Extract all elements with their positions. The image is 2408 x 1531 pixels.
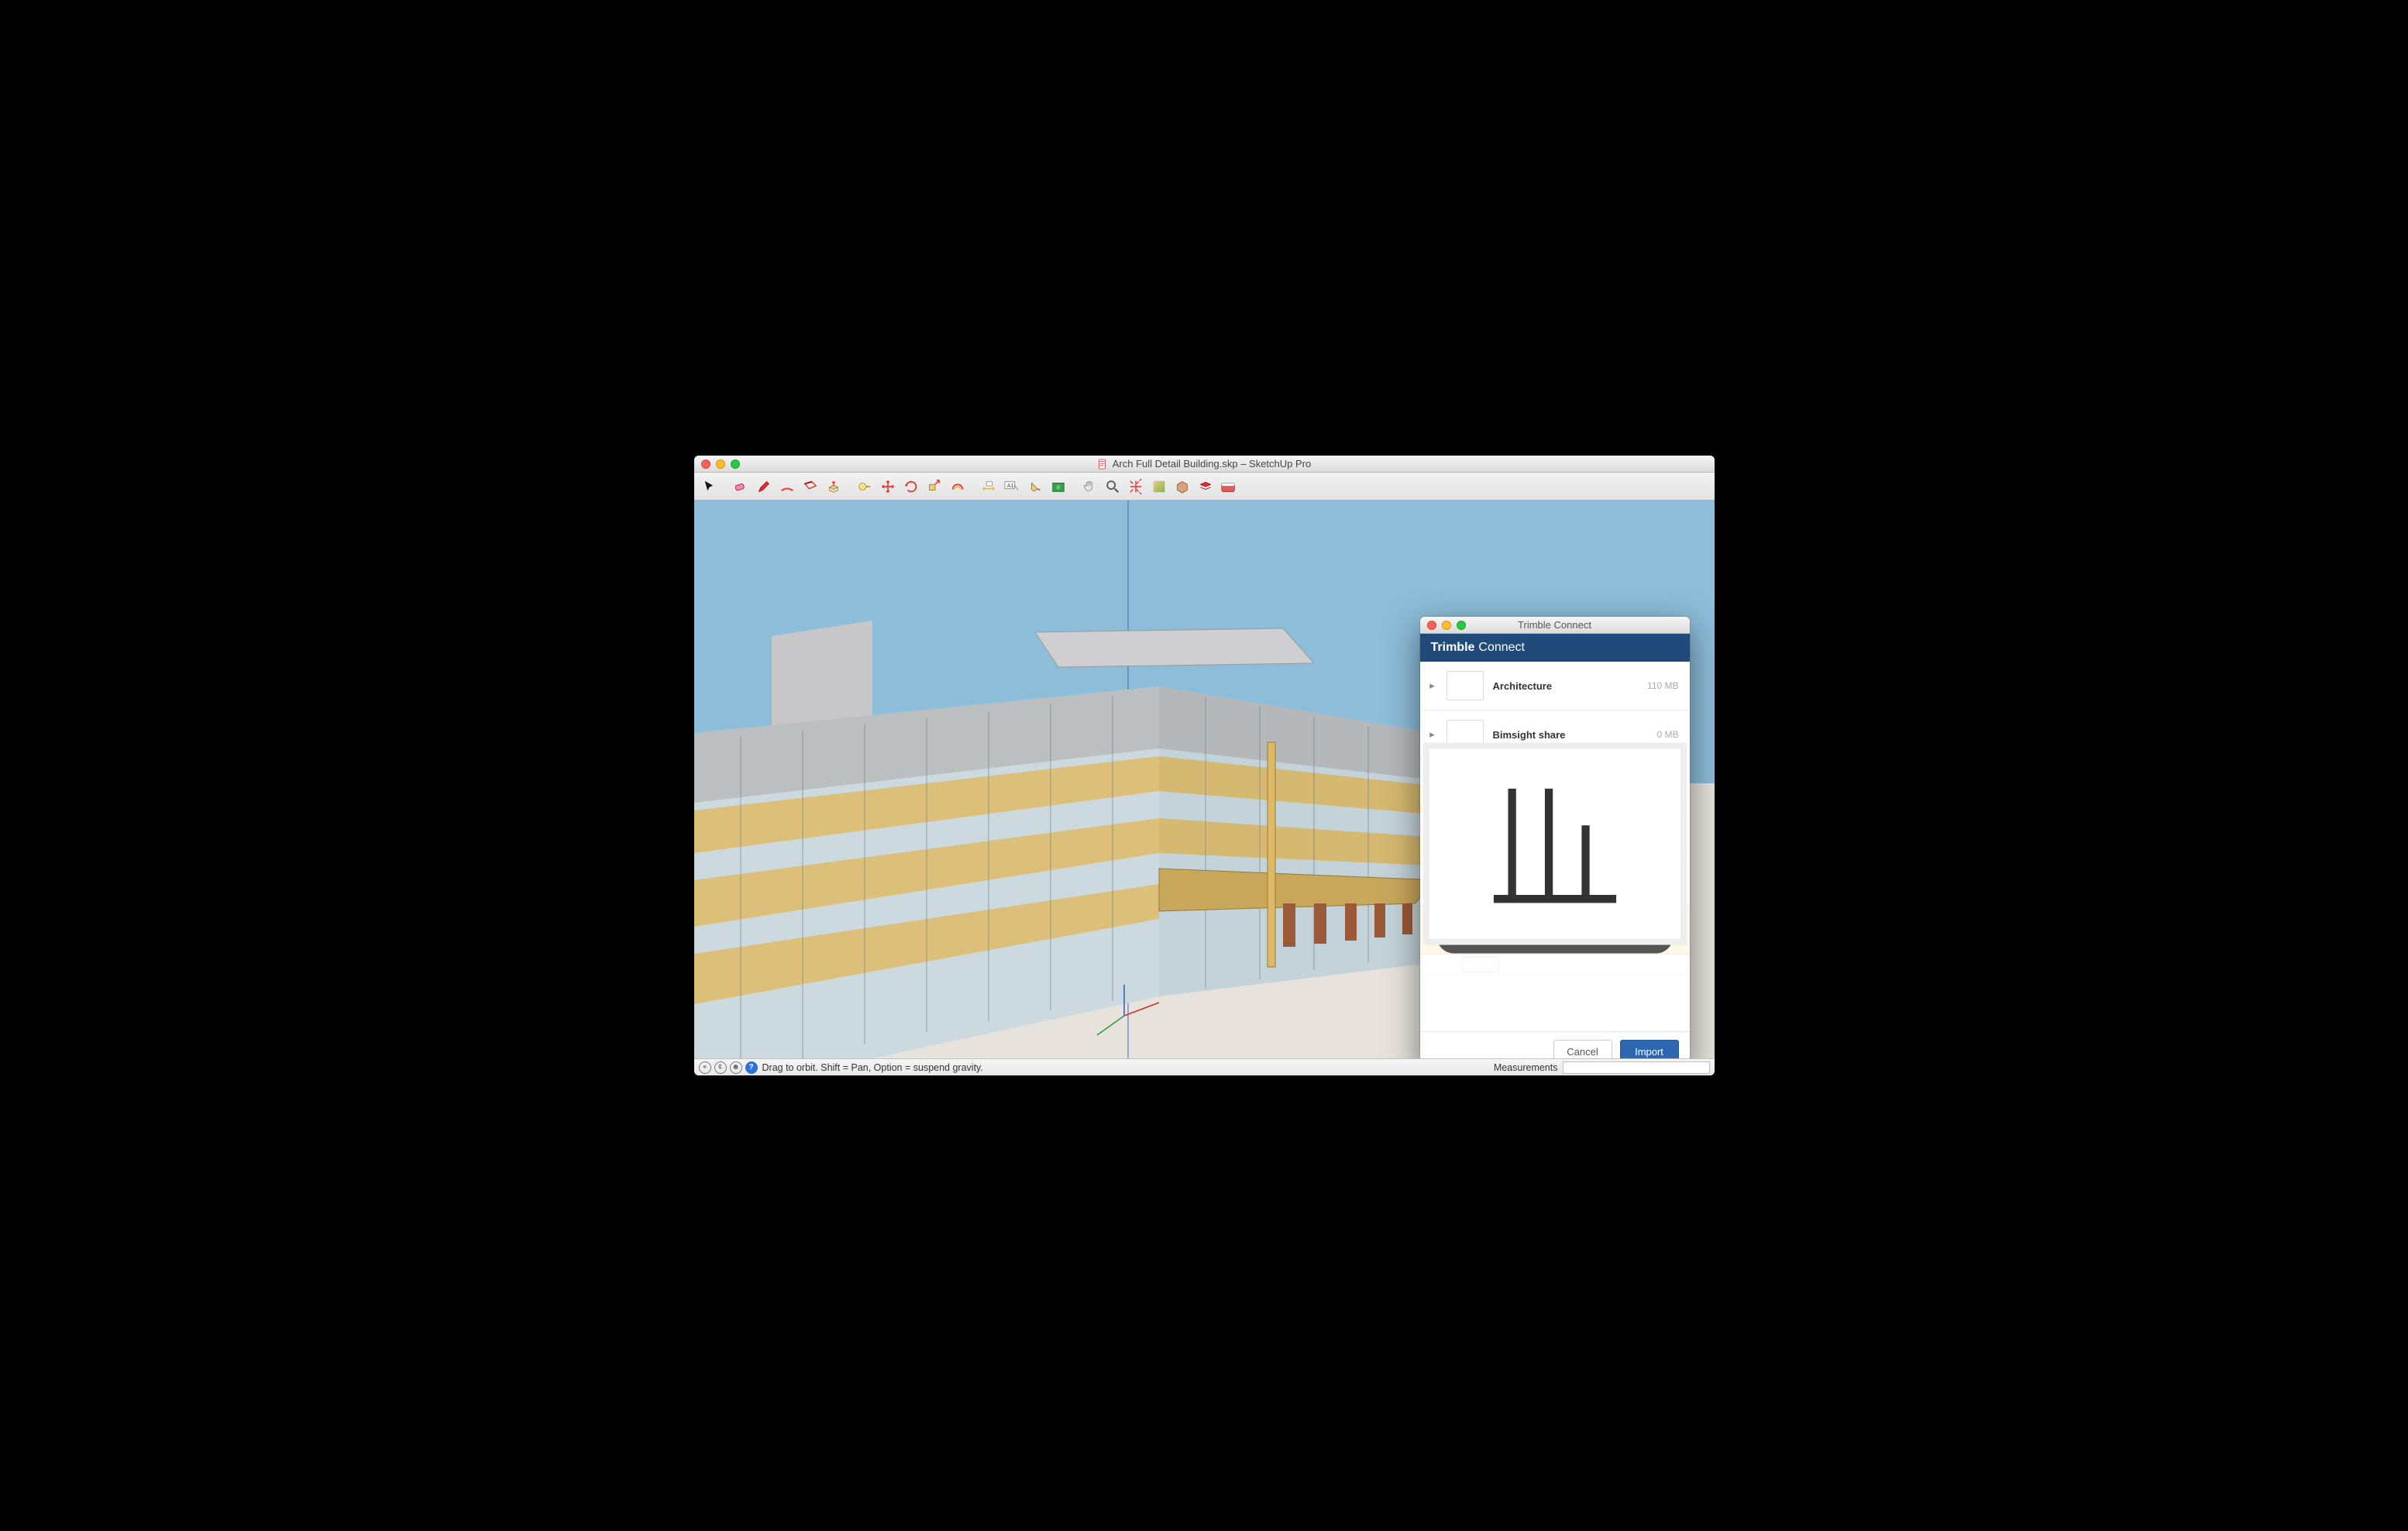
- file-row-skp-selected[interactable]: ▸ Trimble Westminster Electrical Switchg…: [1420, 906, 1690, 955]
- zoom-extents-tool[interactable]: [1125, 476, 1147, 497]
- main-window: Arch Full Detail Building.skp – SketchUp…: [694, 456, 1715, 1075]
- tape-tool[interactable]: [854, 476, 875, 497]
- file-row-partial[interactable]: [1420, 955, 1690, 975]
- text-tool[interactable]: A1: [1001, 476, 1023, 497]
- file-thumbnail-icon: [1462, 957, 1499, 972]
- close-icon[interactable]: [701, 459, 710, 469]
- 3d-viewport[interactable]: Trimble Connect Trimble Connect ▸ Archit…: [694, 501, 1715, 1058]
- select-tool[interactable]: [699, 476, 721, 497]
- offset-tool[interactable]: [947, 476, 968, 497]
- pan-tool[interactable]: [1078, 476, 1100, 497]
- file-thumbnail-icon: [1462, 915, 1499, 944]
- layers-tool[interactable]: [1195, 476, 1216, 497]
- statusbar: ⌖ ¢ ☻ ? Drag to orbit. Shift = Pan, Opti…: [694, 1058, 1715, 1075]
- measurements-input[interactable]: [1563, 1061, 1710, 1074]
- geo-icon[interactable]: ⌖: [699, 1061, 711, 1074]
- document-icon: [1097, 459, 1108, 470]
- titlebar[interactable]: Arch Full Detail Building.skp – SketchUp…: [694, 456, 1715, 473]
- status-icons: ⌖ ¢ ☻ ?: [699, 1061, 758, 1074]
- traffic-lights: [694, 459, 740, 469]
- scale-tool[interactable]: [924, 476, 945, 497]
- status-hint: Drag to orbit. Shift = Pan, Option = sus…: [762, 1062, 983, 1073]
- pushpull-tool[interactable]: [823, 476, 845, 497]
- measurements-label: Measurements: [1494, 1062, 1558, 1073]
- help-icon[interactable]: ?: [745, 1061, 758, 1074]
- trimble-connect-tool[interactable]: [1218, 476, 1240, 497]
- move-tool[interactable]: [877, 476, 899, 497]
- window-title: Arch Full Detail Building.skp – SketchUp…: [694, 458, 1715, 470]
- svg-text:A1: A1: [1006, 481, 1013, 488]
- walk-tool[interactable]: [1148, 476, 1170, 497]
- dimension-tool[interactable]: [978, 476, 999, 497]
- file-list[interactable]: ▸ Architecture 110 MB ▸ Bimsight share 0…: [1420, 662, 1690, 1031]
- zoom-icon[interactable]: [731, 459, 740, 469]
- zoom-tool[interactable]: [1102, 476, 1123, 497]
- user-icon[interactable]: ☻: [730, 1061, 742, 1074]
- arc-tool[interactable]: [776, 476, 798, 497]
- 3dwarehouse-tool[interactable]: [1047, 476, 1069, 497]
- paint-tool[interactable]: [1024, 476, 1046, 497]
- credits-icon[interactable]: ¢: [714, 1061, 727, 1074]
- eraser-tool[interactable]: [730, 476, 752, 497]
- rectangle-tool[interactable]: [800, 476, 821, 497]
- rotate-tool[interactable]: [900, 476, 922, 497]
- section-tool[interactable]: [1171, 476, 1193, 497]
- toolbar: A1: [694, 473, 1715, 501]
- minimize-icon[interactable]: [716, 459, 725, 469]
- trimble-connect-dialog: Trimble Connect Trimble Connect ▸ Archit…: [1420, 617, 1690, 1058]
- pencil-tool[interactable]: [753, 476, 775, 497]
